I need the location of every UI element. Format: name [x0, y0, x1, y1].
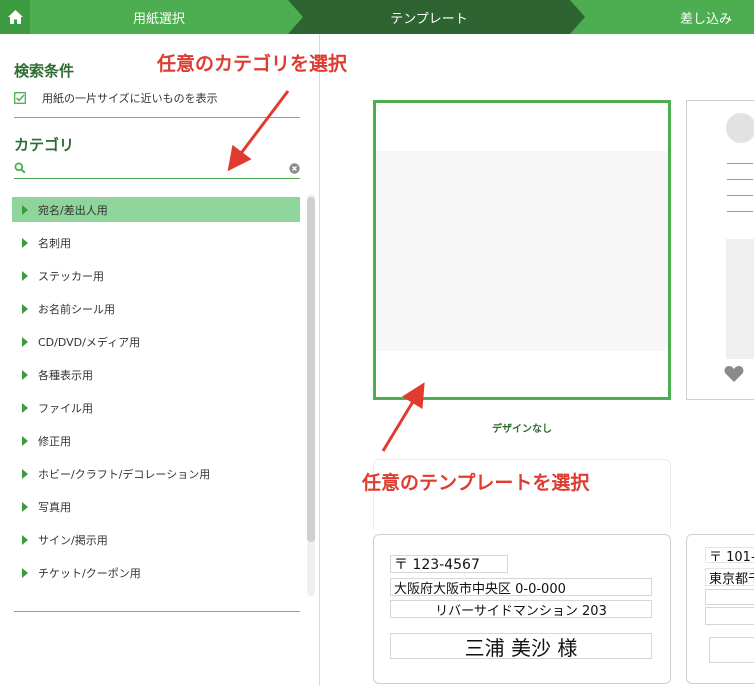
step-merge[interactable]: 差し込み	[570, 0, 754, 34]
category-label: チケット/クーポン用	[38, 566, 141, 580]
category-label: 名刺用	[38, 236, 71, 250]
sidebar: 検索条件 用紙の一片サイズに近いものを表示 カテゴリ 宛名/差出人用 名刺用 ス…	[0, 34, 320, 686]
zip-field: 〒 101-	[705, 547, 754, 563]
address-field: 東京都千	[705, 568, 754, 586]
address-field: 大阪府大阪市中央区 0-0-000	[390, 578, 652, 596]
category-label: サイン/掲示用	[38, 533, 108, 547]
triangle-right-icon	[22, 303, 28, 314]
template-card-address[interactable]: 〒 123-4567 大阪府大阪市中央区 0-0-000 リバーサイドマンション…	[373, 534, 671, 684]
building-field	[705, 607, 754, 625]
triangle-right-icon	[22, 204, 28, 215]
category-list: 宛名/差出人用 名刺用 ステッカー用 お名前シール用 CD/DVD/メディア用 …	[12, 197, 300, 593]
triangle-right-icon	[22, 237, 28, 248]
name-field	[709, 637, 754, 663]
size-filter-checkbox[interactable]: 用紙の一片サイズに近いものを表示	[14, 90, 218, 106]
triangle-right-icon	[22, 336, 28, 347]
search-icon	[14, 162, 26, 174]
section-divider	[14, 117, 300, 118]
checkbox-checked-icon	[14, 92, 26, 104]
building-field: リバーサイドマンション 203	[390, 600, 652, 618]
name-field: 三浦 美沙 様	[390, 633, 652, 659]
search-conditions-title: 検索条件	[14, 62, 75, 80]
placeholder-line	[727, 163, 753, 164]
category-item[interactable]: 修正用	[12, 428, 300, 453]
template-card-address-2[interactable]: 〒 101- 東京都千	[686, 534, 754, 684]
category-search	[14, 161, 300, 179]
category-item[interactable]: ステッカー用	[12, 263, 300, 288]
step-template[interactable]: テンプレート	[288, 0, 570, 34]
category-item[interactable]: 名刺用	[12, 230, 300, 255]
category-item[interactable]: 写真用	[12, 494, 300, 519]
category-title: カテゴリ	[14, 136, 75, 154]
category-item[interactable]: ホビー/クラフト/デコレーション用	[12, 461, 300, 486]
category-item[interactable]: 各種表示用	[12, 362, 300, 387]
triangle-right-icon	[22, 567, 28, 578]
category-scrollbar-thumb[interactable]	[307, 197, 315, 542]
category-item[interactable]: お名前シール用	[12, 296, 300, 321]
blank-card-label: デザインなし	[492, 424, 552, 435]
category-item[interactable]: チケット/クーポン用	[12, 560, 300, 585]
category-label: 各種表示用	[38, 368, 93, 382]
triangle-right-icon	[22, 468, 28, 479]
category-label: 宛名/差出人用	[38, 203, 108, 217]
triangle-right-icon	[22, 435, 28, 446]
image-placeholder	[726, 239, 754, 359]
category-item[interactable]: CD/DVD/メディア用	[12, 329, 300, 354]
category-label: CD/DVD/メディア用	[38, 335, 141, 349]
size-filter-label: 用紙の一片サイズに近いものを表示	[42, 92, 218, 105]
template-gallery: デザインなし 〒 123-4567 大阪府大阪市中央区 0-0-000 リバーサ…	[321, 34, 754, 686]
placeholder-line	[727, 211, 753, 212]
avatar-placeholder	[726, 113, 754, 143]
category-label: ホビー/クラフト/デコレーション用	[38, 467, 211, 481]
triangle-right-icon	[22, 270, 28, 281]
triangle-right-icon	[22, 402, 28, 413]
category-item[interactable]: ファイル用	[12, 395, 300, 420]
template-card-profile[interactable]	[686, 100, 754, 400]
zip-field: 〒 123-4567	[390, 555, 508, 573]
category-search-input[interactable]	[30, 161, 280, 177]
category-label: ファイル用	[38, 401, 93, 415]
blank-card-preview	[376, 151, 668, 351]
clear-search-icon[interactable]	[289, 163, 300, 174]
annotation-category: 任意のカテゴリを選択	[157, 53, 348, 75]
heart-icon[interactable]	[724, 365, 744, 383]
placeholder-line	[727, 195, 753, 196]
section-divider	[14, 611, 300, 612]
triangle-right-icon	[22, 534, 28, 545]
home-button[interactable]	[0, 0, 30, 34]
category-label: お名前シール用	[38, 302, 115, 316]
step-header: 用紙選択 テンプレート 差し込み	[0, 0, 754, 34]
category-label: 修正用	[38, 434, 71, 448]
category-label: 写真用	[38, 500, 71, 514]
triangle-right-icon	[22, 369, 28, 380]
building-field	[705, 589, 754, 605]
category-item[interactable]: サイン/掲示用	[12, 527, 300, 552]
step-paper-select[interactable]: 用紙選択	[30, 0, 288, 34]
triangle-right-icon	[22, 501, 28, 512]
annotation-template: 任意のテンプレートを選択	[362, 472, 590, 494]
placeholder-line	[727, 179, 753, 180]
category-label: ステッカー用	[38, 269, 104, 283]
template-card-blank[interactable]	[373, 100, 671, 400]
home-icon	[7, 10, 23, 24]
category-item[interactable]: 宛名/差出人用	[12, 197, 300, 222]
page: 用紙選択 テンプレート 差し込み 検索条件 用紙の一片サイズに近いものを表示 カ…	[0, 0, 754, 686]
